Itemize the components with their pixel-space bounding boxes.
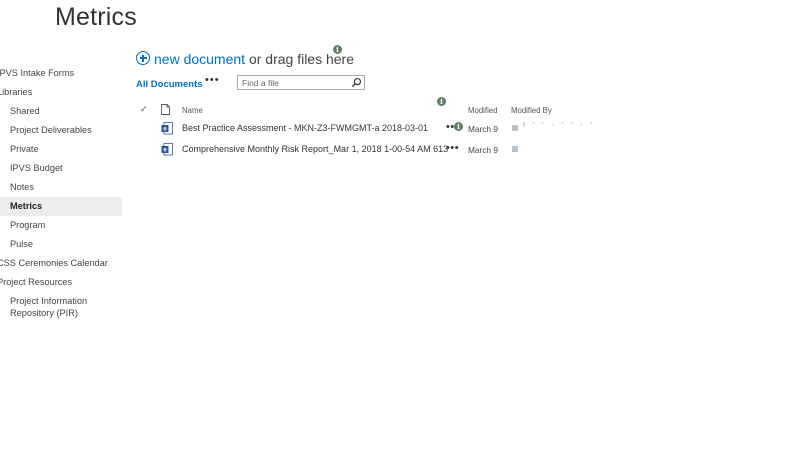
- info-icon[interactable]: i: [437, 97, 446, 106]
- search-icon[interactable]: [351, 77, 362, 88]
- info-icon[interactable]: i: [333, 45, 342, 54]
- nav-item-shared[interactable]: Shared: [0, 102, 122, 121]
- nav-item-project-information-repository[interactable]: Project Information Repository (PIR): [0, 292, 110, 322]
- word-document-icon: e: [161, 122, 173, 135]
- presence-indicator: [512, 125, 518, 131]
- file-info-icon[interactable]: i: [454, 122, 463, 131]
- nav-item-program[interactable]: Program: [0, 216, 122, 235]
- nav-item-private[interactable]: Private: [0, 140, 122, 159]
- column-header-modified-by[interactable]: Modified By: [511, 106, 552, 115]
- nav-item-project-deliverables[interactable]: Project Deliverables: [0, 121, 122, 140]
- column-header-modified[interactable]: Modified: [468, 106, 497, 115]
- view-more-button[interactable]: •••: [205, 74, 220, 86]
- nav-item-libraries[interactable]: Libraries: [0, 83, 122, 102]
- page-title: Metrics: [55, 3, 137, 31]
- file-name-link[interactable]: Best Practice Assessment - MKN-Z3-FWMGMT…: [182, 123, 428, 133]
- document-type-icon[interactable]: [161, 104, 170, 115]
- table-row[interactable]: e Comprehensive Monthly Risk Report_Mar …: [130, 141, 600, 159]
- file-more-button[interactable]: •••: [446, 142, 459, 154]
- search-box: [237, 75, 365, 90]
- select-all-check-icon[interactable]: ✓: [140, 104, 148, 115]
- word-document-icon: e: [161, 143, 173, 156]
- new-document-link[interactable]: new document: [154, 51, 245, 67]
- search-input[interactable]: [238, 76, 350, 89]
- presence-indicator: [512, 146, 518, 152]
- view-all-documents-tab[interactable]: All Documents: [136, 79, 203, 90]
- nav-item-metrics[interactable]: Metrics: [0, 197, 122, 216]
- plus-circle-icon[interactable]: [136, 51, 150, 65]
- new-document-bar: new document or drag files here: [136, 51, 354, 67]
- nav-item-pulse[interactable]: Pulse: [0, 235, 122, 254]
- left-navigation: IPVS Intake Forms Libraries Shared Proje…: [0, 64, 122, 322]
- file-modified-date: March 9: [468, 124, 498, 134]
- file-name-link[interactable]: Comprehensive Monthly Risk Report_Mar 1,…: [182, 144, 448, 154]
- modified-by-name[interactable]: I ' ' - ' ' - ': [523, 122, 595, 129]
- file-modified-date: March 9: [468, 145, 498, 155]
- nav-item-project-resources[interactable]: Project Resources: [0, 273, 122, 292]
- nav-item-css-ceremonies-calendar[interactable]: CSS Ceremonies Calendar: [0, 254, 122, 273]
- nav-item-ipvs-budget[interactable]: IPVS Budget: [0, 159, 122, 178]
- table-row[interactable]: e Best Practice Assessment - MKN-Z3-FWMG…: [130, 120, 600, 138]
- nav-item-ipvs-intake-forms[interactable]: IPVS Intake Forms: [0, 64, 122, 83]
- column-header-name[interactable]: Name: [182, 106, 203, 115]
- nav-item-notes[interactable]: Notes: [0, 178, 122, 197]
